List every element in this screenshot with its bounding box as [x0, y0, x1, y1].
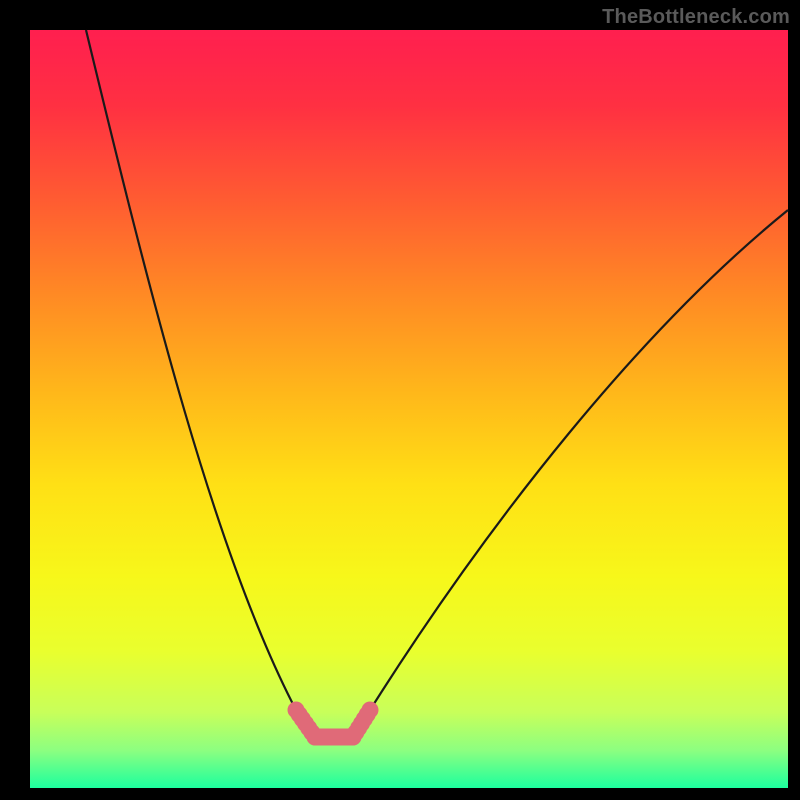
- watermark-text: TheBottleneck.com: [602, 6, 790, 29]
- chart-stage: TheBottleneck.com: [0, 0, 800, 800]
- plot-background: [30, 30, 788, 788]
- optimal-marker-dot: [345, 729, 362, 746]
- optimal-marker-dot: [307, 729, 324, 746]
- chart-svg: [0, 0, 800, 800]
